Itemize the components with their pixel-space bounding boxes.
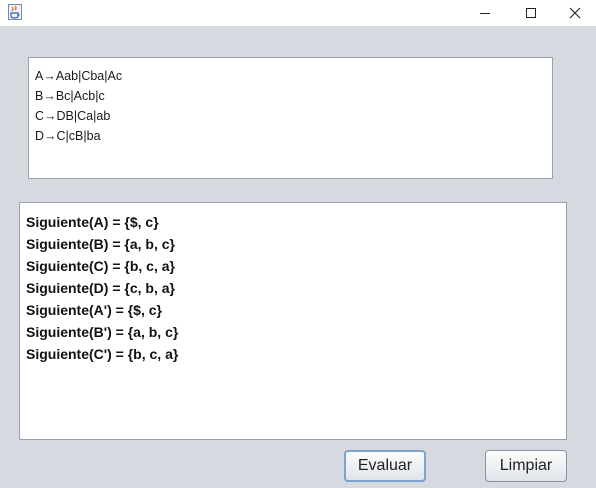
grammar-rule: B→Bc|Acb|c: [35, 89, 105, 103]
follow-set-line: Siguiente(C') = {b, c, a}: [26, 346, 179, 362]
close-icon: [569, 7, 581, 19]
minimize-icon: [480, 13, 490, 14]
maximize-button[interactable]: [508, 0, 554, 26]
follow-set-line: Siguiente(B) = {a, b, c}: [26, 236, 175, 252]
follow-set-line: Siguiente(A) = {$, c}: [26, 214, 159, 230]
follow-set-line: Siguiente(A') = {$, c}: [26, 302, 162, 318]
grammar-rule: D→C|cB|ba: [35, 129, 101, 143]
result-output-area[interactable]: Siguiente(A) = {$, c} Siguiente(B) = {a,…: [19, 202, 567, 440]
minimize-button[interactable]: [462, 0, 508, 26]
close-button[interactable]: [552, 0, 596, 26]
title-bar: [0, 0, 596, 26]
java-cup-icon: [8, 4, 22, 20]
follow-set-line: Siguiente(B') = {a, b, c}: [26, 324, 179, 340]
grammar-input-area[interactable]: A→Aab|Cba|Ac B→Bc|Acb|c C→DB|Ca|ab D→C|c…: [28, 57, 553, 179]
evaluate-button[interactable]: Evaluar: [344, 450, 426, 482]
maximize-icon: [526, 8, 536, 18]
grammar-rule: A→Aab|Cba|Ac: [35, 69, 123, 83]
follow-set-line: Siguiente(D) = {c, b, a}: [26, 280, 175, 296]
grammar-rule: C→DB|Ca|ab: [35, 109, 111, 123]
follow-set-line: Siguiente(C) = {b, c, a}: [26, 258, 175, 274]
clear-button[interactable]: Limpiar: [485, 450, 567, 482]
